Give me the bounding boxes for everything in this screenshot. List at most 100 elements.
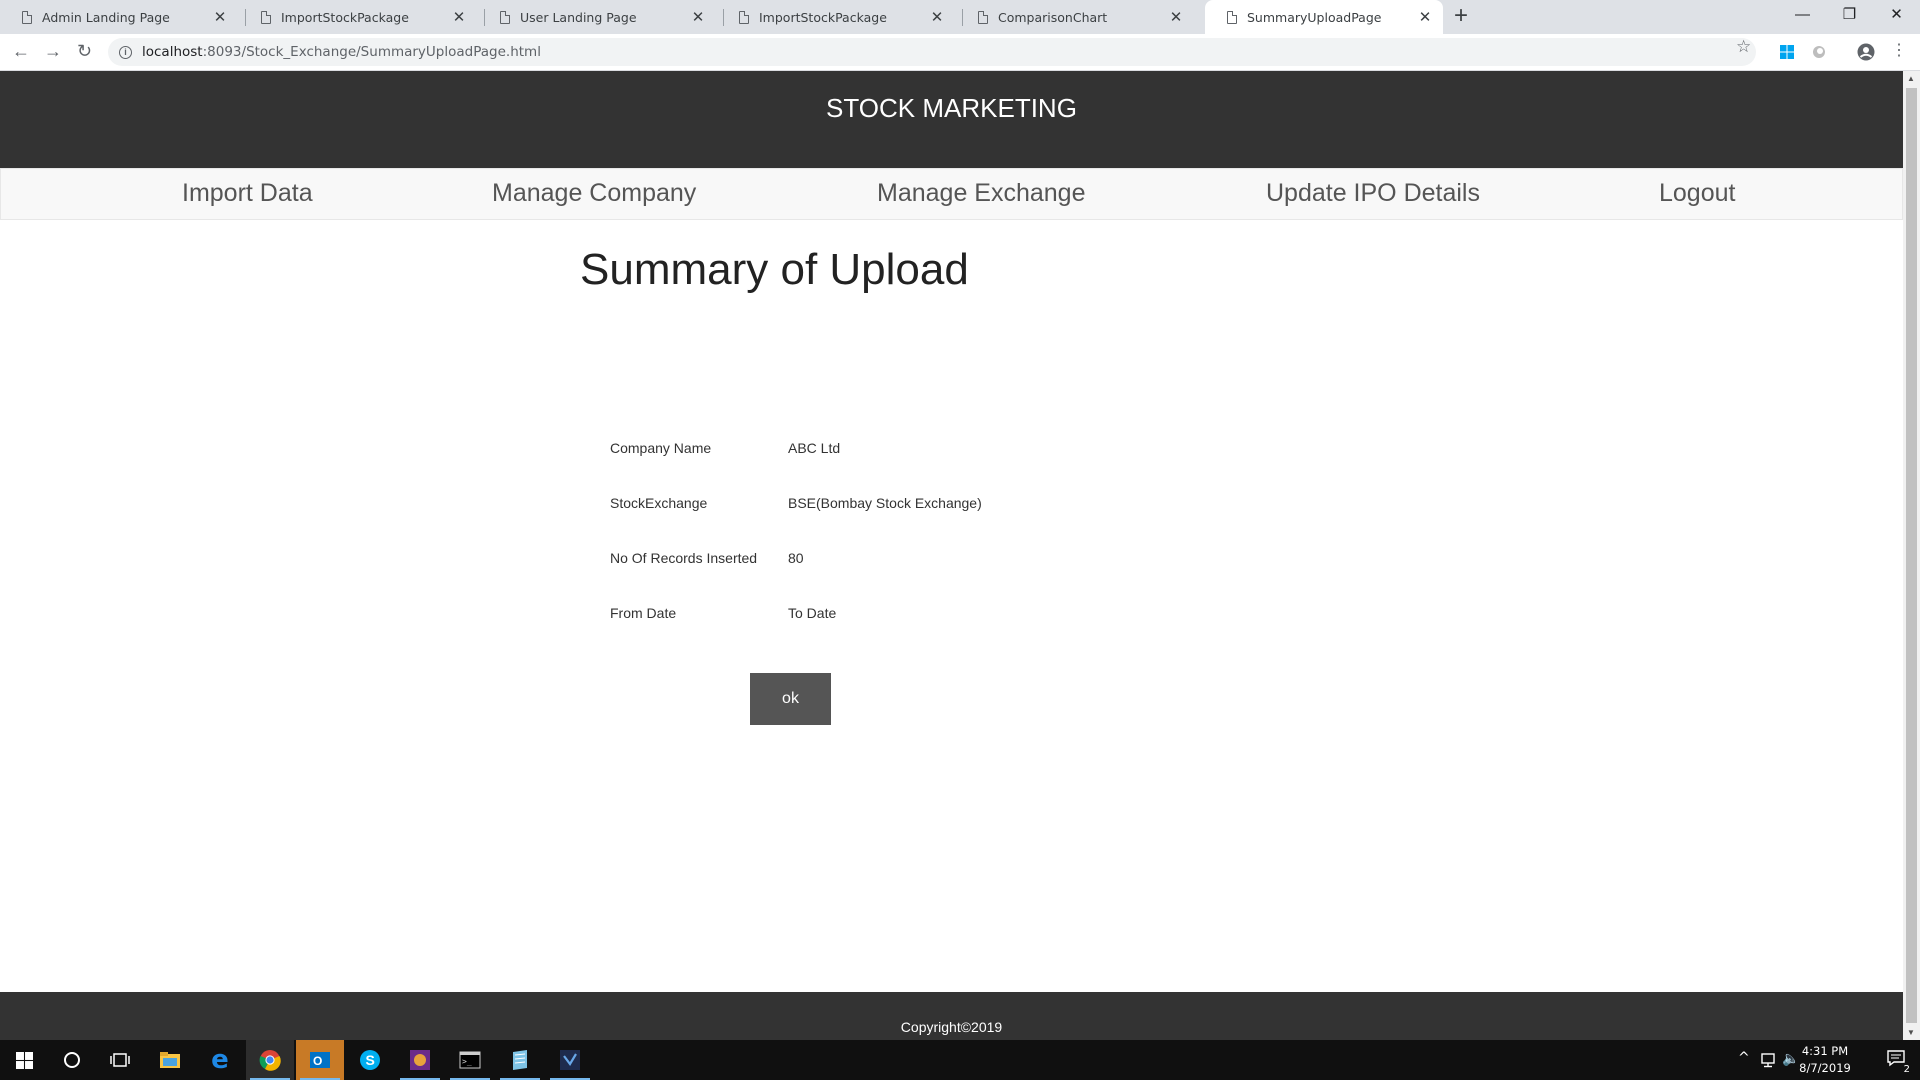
close-icon[interactable]: ✕ bbox=[1415, 8, 1435, 26]
row-label: StockExchange bbox=[610, 495, 708, 511]
taskbar-skype[interactable]: S bbox=[346, 1040, 394, 1080]
copyright-text: Copyright©2019 bbox=[900, 1019, 1003, 1035]
restore-button[interactable]: ❐ bbox=[1826, 0, 1873, 34]
tab-import-stock-1[interactable]: ImportStockPackage ✕ bbox=[239, 0, 477, 34]
page-title: Summary of Upload bbox=[580, 245, 969, 294]
notepad-icon bbox=[513, 1050, 527, 1070]
browser-tab-strip: Admin Landing Page ✕ ImportStockPackage … bbox=[0, 0, 1920, 34]
extension-icon[interactable] bbox=[1811, 44, 1827, 60]
taskbar-file-explorer[interactable] bbox=[146, 1040, 194, 1080]
tab-import-stock-2[interactable]: ImportStockPackage ✕ bbox=[717, 0, 955, 34]
new-tab-button[interactable]: + bbox=[1454, 2, 1468, 30]
row-value: To Date bbox=[788, 605, 837, 621]
taskbar-chrome[interactable] bbox=[246, 1040, 294, 1080]
tab-user-landing[interactable]: User Landing Page ✕ bbox=[478, 0, 716, 34]
row-label: Company Name bbox=[610, 440, 712, 456]
nav-manage-exchange[interactable]: Manage Exchange bbox=[877, 179, 1085, 208]
page-icon bbox=[500, 10, 510, 24]
clock[interactable]: 4:31 PM 8/7/2019 bbox=[1790, 1043, 1860, 1077]
scroll-up-icon[interactable]: ▲ bbox=[1907, 74, 1915, 83]
tab-label: User Landing Page bbox=[520, 9, 637, 25]
chevron-up-icon[interactable]: ^ bbox=[1738, 1050, 1750, 1066]
nav-manage-company[interactable]: Manage Company bbox=[492, 179, 696, 208]
close-icon[interactable]: ✕ bbox=[1166, 8, 1186, 26]
skype-icon: S bbox=[360, 1050, 380, 1070]
cortana-icon bbox=[64, 1052, 80, 1068]
taskbar: e O S >_ ^ 🔈 4:31 PM 8/7/2019 2 bbox=[0, 1040, 1920, 1080]
edge-icon: e bbox=[211, 1045, 229, 1075]
row-label: From Date bbox=[610, 605, 677, 621]
scroll-down-icon[interactable]: ▼ bbox=[1907, 1028, 1915, 1037]
close-icon[interactable]: ✕ bbox=[927, 8, 947, 26]
url-text: localhost:8093/Stock_Exchange/SummaryUpl… bbox=[142, 44, 541, 60]
page-icon bbox=[22, 10, 32, 24]
page-icon bbox=[261, 10, 271, 24]
close-icon[interactable]: ✕ bbox=[688, 8, 708, 26]
terminal-icon: >_ bbox=[459, 1051, 481, 1069]
tab-comparison-chart[interactable]: ComparisonChart ✕ bbox=[956, 0, 1194, 34]
task-view-icon bbox=[110, 1053, 130, 1067]
tab-label: Admin Landing Page bbox=[42, 9, 170, 25]
nav-logout[interactable]: Logout bbox=[1659, 179, 1735, 208]
row-value: ABC Ltd bbox=[788, 440, 841, 456]
summary-row: StockExchange BSE(Bombay Stock Exchange) bbox=[610, 495, 1010, 515]
close-icon[interactable]: ✕ bbox=[449, 8, 469, 26]
network-icon[interactable] bbox=[1760, 1052, 1778, 1068]
svg-text:S: S bbox=[366, 1052, 375, 1068]
nav-bar: Import Data Manage Company Manage Exchan… bbox=[0, 168, 1903, 220]
scrollbar-thumb[interactable] bbox=[1906, 88, 1917, 1023]
taskbar-visual-studio[interactable] bbox=[546, 1040, 594, 1080]
row-value: 80 bbox=[788, 550, 804, 566]
taskbar-notepad[interactable] bbox=[496, 1040, 544, 1080]
site-footer: Copyright©2019 bbox=[0, 992, 1903, 1040]
taskbar-edge[interactable]: e bbox=[196, 1040, 244, 1080]
bookmark-star-icon[interactable]: ☆ bbox=[1736, 37, 1751, 57]
svg-text:>_: >_ bbox=[462, 1057, 472, 1066]
clock-date: 8/7/2019 bbox=[1799, 1061, 1851, 1075]
address-bar[interactable]: i localhost:8093/Stock_Exchange/SummaryU… bbox=[108, 38, 1756, 66]
summary-row: From Date To Date bbox=[610, 605, 1010, 625]
task-view-button[interactable] bbox=[96, 1040, 144, 1080]
page-icon bbox=[739, 10, 749, 24]
chrome-icon bbox=[259, 1050, 281, 1071]
taskbar-app-game[interactable] bbox=[396, 1040, 444, 1080]
browser-toolbar: ← → ↻ i localhost:8093/Stock_Exchange/Su… bbox=[0, 34, 1920, 71]
svg-text:O: O bbox=[313, 1054, 322, 1068]
outlook-icon: O bbox=[310, 1052, 330, 1068]
tab-summary-upload[interactable]: SummaryUploadPage ✕ bbox=[1205, 0, 1443, 34]
tab-admin-landing[interactable]: Admin Landing Page ✕ bbox=[0, 0, 238, 34]
close-window-button[interactable]: ✕ bbox=[1873, 0, 1920, 34]
tab-label: ImportStockPackage bbox=[759, 9, 887, 25]
minimize-button[interactable]: — bbox=[1779, 0, 1826, 34]
tab-label: ComparisonChart bbox=[998, 9, 1108, 25]
profile-icon[interactable] bbox=[1857, 43, 1875, 61]
url-path: :8093/Stock_Exchange/SummaryUploadPage.h… bbox=[202, 44, 541, 60]
search-button[interactable] bbox=[48, 1040, 96, 1080]
windows-start-icon bbox=[15, 1051, 33, 1069]
forward-icon[interactable]: → bbox=[44, 41, 62, 62]
clock-time: 4:31 PM bbox=[1801, 1044, 1849, 1058]
tab-label: ImportStockPackage bbox=[281, 9, 409, 25]
close-icon[interactable]: ✕ bbox=[210, 8, 230, 26]
folder-icon bbox=[160, 1052, 180, 1068]
taskbar-terminal[interactable]: >_ bbox=[446, 1040, 494, 1080]
app-icon bbox=[410, 1050, 430, 1070]
page-icon bbox=[1227, 10, 1237, 24]
windows-extension-icon[interactable] bbox=[1779, 44, 1795, 60]
info-icon[interactable]: i bbox=[119, 45, 132, 59]
nav-update-ipo[interactable]: Update IPO Details bbox=[1266, 179, 1480, 208]
nav-import-data[interactable]: Import Data bbox=[182, 179, 313, 208]
ok-button[interactable]: ok bbox=[750, 673, 831, 725]
url-host: localhost bbox=[142, 44, 203, 60]
back-icon[interactable]: ← bbox=[12, 41, 30, 62]
page-scrollbar[interactable]: ▲ ▼ bbox=[1903, 71, 1920, 1040]
site-header: STOCK MARKETING bbox=[0, 71, 1903, 168]
action-center-button[interactable]: 2 bbox=[1886, 1049, 1912, 1075]
start-button[interactable] bbox=[0, 1040, 48, 1080]
reload-icon[interactable]: ↻ bbox=[77, 41, 92, 62]
site-title: STOCK MARKETING bbox=[826, 93, 1077, 123]
summary-row: No Of Records Inserted 80 bbox=[610, 550, 1010, 570]
row-value: BSE(Bombay Stock Exchange) bbox=[788, 495, 982, 511]
menu-icon[interactable]: ⋮ bbox=[1891, 40, 1907, 60]
taskbar-outlook[interactable]: O bbox=[296, 1040, 344, 1080]
